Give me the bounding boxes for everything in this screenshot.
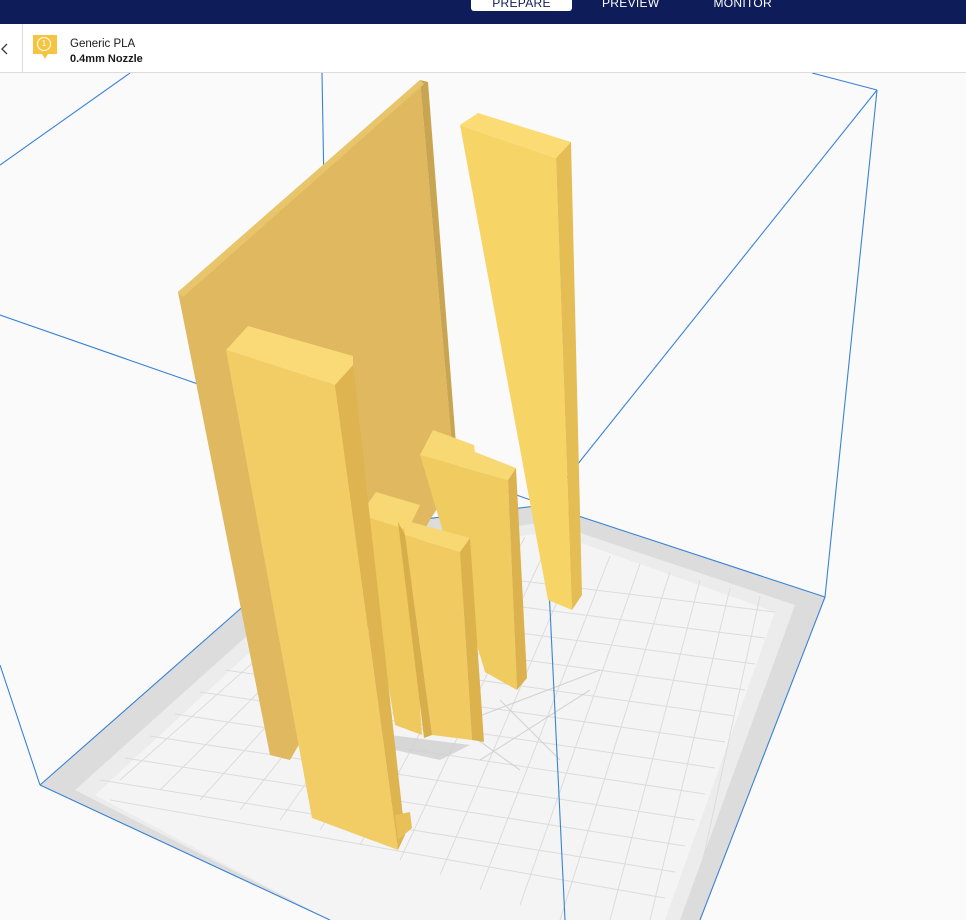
tab-preview[interactable]: PREVIEW: [602, 0, 659, 12]
nozzle-size: 0.4mm Nozzle: [70, 53, 143, 65]
extruder-icon: 1: [32, 34, 58, 62]
3d-viewport[interactable]: [0, 73, 966, 920]
stage-menu: PREPARE PREVIEW MONITOR: [471, 0, 772, 24]
material-name: Generic PLA: [70, 38, 136, 50]
top-header-bar: PREPARE PREVIEW MONITOR: [0, 0, 966, 24]
extruder-number: 1: [37, 37, 51, 51]
collapse-button[interactable]: [0, 24, 23, 72]
extruder-configuration[interactable]: 1 Generic PLA 0.4mm Nozzle: [32, 34, 182, 68]
tab-prepare[interactable]: PREPARE: [471, 0, 572, 11]
printer-setup-toolbar: 1 Generic PLA 0.4mm Nozzle: [0, 24, 966, 73]
tab-monitor[interactable]: MONITOR: [713, 0, 772, 12]
chevron-left-icon: [1, 43, 8, 55]
